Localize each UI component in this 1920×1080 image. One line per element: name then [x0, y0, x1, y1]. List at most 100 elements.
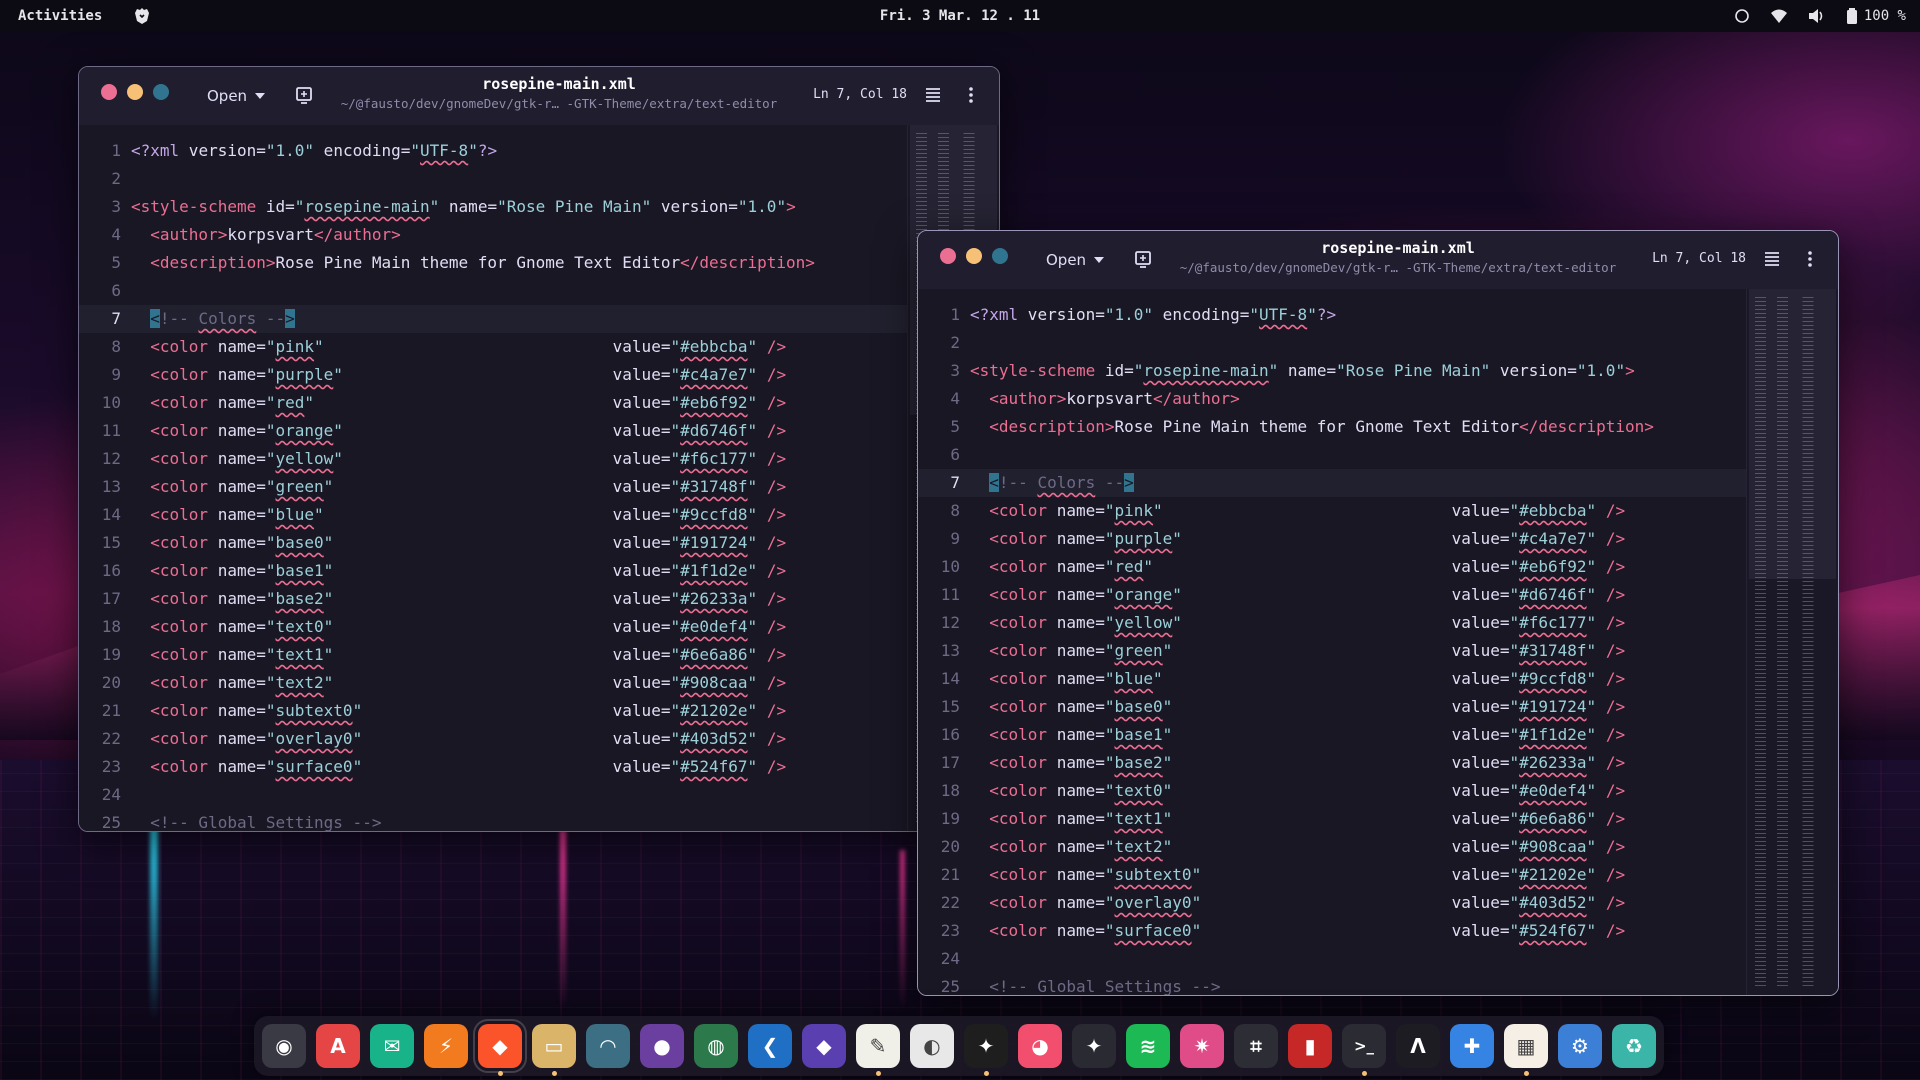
dock-files-icon[interactable]: ▭ — [532, 1024, 576, 1076]
kebab-menu-icon[interactable] — [961, 85, 981, 105]
code-view[interactable]: 1 <?xml version="1.0" encoding="UTF-8"?> 2… — [79, 137, 907, 831]
code-line[interactable]: 1 <?xml version="1.0" encoding="UTF-8"?> — [79, 137, 907, 165]
close-window-button[interactable] — [940, 248, 956, 264]
cursor-position-button[interactable]: Ln 7, Col 18 — [1652, 251, 1746, 266]
code-line[interactable]: 24 — [79, 781, 907, 809]
code-line[interactable]: 11 <color name="orange" value="#d6746f" … — [918, 581, 1746, 609]
code-line[interactable]: 23 <color name="surface0" value="#524f67… — [79, 753, 907, 781]
dock-extensions-icon[interactable]: ✚ — [1450, 1024, 1494, 1068]
text-editor-window-front[interactable]: Open rosepine-main.xml ~/@fausto/dev/gno… — [917, 230, 1839, 996]
text-editor-window-back[interactable]: Open rosepine-main.xml ~/@fausto/dev/gno… — [78, 66, 1000, 832]
dock-kaleidoscope-icon[interactable]: ✷ — [1180, 1024, 1224, 1068]
dock-github-desktop-icon[interactable]: ● — [640, 1024, 684, 1068]
code-line[interactable]: 5 <description>Rose Pine Main theme for … — [918, 413, 1746, 441]
close-window-button[interactable] — [101, 84, 117, 100]
dock-trash-icon[interactable]: ♻ — [1612, 1024, 1656, 1068]
code-line[interactable]: 25 <!-- Global Settings --> — [918, 973, 1746, 995]
dock-dconf-icon[interactable]: ▦ — [1504, 1024, 1548, 1076]
maximize-window-button[interactable] — [992, 248, 1008, 264]
dock-penguin-app-icon[interactable]: ◉ — [262, 1024, 306, 1068]
code-line[interactable]: 3 <style-scheme id="rosepine-main" name="… — [79, 193, 907, 221]
window-titlebar[interactable]: Open rosepine-main.xml ~/@fausto/dev/gno… — [918, 231, 1838, 289]
code-line[interactable]: 22 <color name="overlay0" value="#403d52… — [918, 889, 1746, 917]
dock-mail-icon[interactable]: ✉ — [370, 1024, 414, 1068]
dock-audio-visualizer-icon[interactable]: ▮ — [1288, 1024, 1332, 1068]
new-document-icon[interactable] — [1132, 249, 1154, 271]
cursor-position-button[interactable]: Ln 7, Col 18 — [813, 87, 907, 102]
code-line[interactable]: 20 <color name="text2" value="#908caa" /… — [79, 669, 907, 697]
dock-gnome-tweaks-icon[interactable]: ✦ — [1072, 1024, 1116, 1068]
code-line[interactable]: 11 <color name="orange" value="#d6746f" … — [79, 417, 907, 445]
system-tray[interactable]: 100 % — [1734, 8, 1906, 24]
dock-alacritty-icon[interactable]: Λ — [1396, 1024, 1440, 1068]
code-view[interactable]: 1 <?xml version="1.0" encoding="UTF-8"?> 2… — [918, 301, 1746, 995]
code-line[interactable]: 16 <color name="base1" value="#1f1d2e" /… — [79, 557, 907, 585]
code-line[interactable]: 6 — [79, 277, 907, 305]
code-editor[interactable]: 1 <?xml version="1.0" encoding="UTF-8"?> 2… — [918, 289, 1838, 995]
open-button[interactable]: Open — [1034, 245, 1116, 275]
dock-settings-icon[interactable]: ⚙ — [1558, 1024, 1602, 1068]
minimize-window-button[interactable] — [966, 248, 982, 264]
code-line[interactable]: 17 <color name="base2" value="#26233a" /… — [918, 749, 1746, 777]
minimap[interactable] — [1746, 289, 1838, 995]
code-line[interactable]: 19 <color name="text1" value="#6e6a86" /… — [79, 641, 907, 669]
code-line[interactable]: 7 <!-- Colors --> — [79, 305, 907, 333]
code-line[interactable]: 9 <color name="purple" value="#c4a7e7" /… — [79, 361, 907, 389]
status-circle-icon[interactable] — [1734, 8, 1750, 24]
wifi-icon[interactable] — [1770, 8, 1788, 24]
dock-vscode-icon[interactable]: ❮ — [748, 1024, 792, 1068]
new-document-icon[interactable] — [293, 85, 315, 107]
code-line[interactable]: 21 <color name="subtext0" value="#21202e… — [79, 697, 907, 725]
dock-flash-icon[interactable]: ⚡ — [424, 1024, 468, 1068]
dock-text-editor-icon[interactable]: ✎ — [856, 1024, 900, 1076]
code-line[interactable]: 4 <author>korpsvart</author> — [918, 385, 1746, 413]
dock-disk-manager-icon[interactable]: ◠ — [586, 1024, 630, 1068]
hamburger-menu-icon[interactable] — [1762, 249, 1782, 269]
battery-indicator[interactable]: 100 % — [1846, 8, 1906, 24]
code-line[interactable]: 4 <author>korpsvart</author> — [79, 221, 907, 249]
dock-figma-icon[interactable]: ✦ — [964, 1024, 1008, 1076]
code-line[interactable]: 8 <color name="pink" value="#ebbcba" /> — [79, 333, 907, 361]
code-line[interactable]: 21 <color name="subtext0" value="#21202e… — [918, 861, 1746, 889]
code-line[interactable]: 15 <color name="base0" value="#191724" /… — [918, 693, 1746, 721]
code-line[interactable]: 20 <color name="text2" value="#908caa" /… — [918, 833, 1746, 861]
dock-spotify-icon[interactable]: ≋ — [1126, 1024, 1170, 1068]
code-line[interactable]: 17 <color name="base2" value="#26233a" /… — [79, 585, 907, 613]
code-line[interactable]: 13 <color name="green" value="#31748f" /… — [918, 637, 1746, 665]
kebab-menu-icon[interactable] — [1800, 249, 1820, 269]
code-line[interactable]: 15 <color name="base0" value="#191724" /… — [79, 529, 907, 557]
code-line[interactable]: 18 <color name="text0" value="#e0def4" /… — [79, 613, 907, 641]
dock-brave-browser-icon[interactable]: ◆ — [473, 1019, 527, 1076]
hamburger-menu-icon[interactable] — [923, 85, 943, 105]
dock-obsidian-icon[interactable]: ◆ — [802, 1024, 846, 1068]
code-line[interactable]: 16 <color name="base1" value="#1f1d2e" /… — [918, 721, 1746, 749]
minimize-window-button[interactable] — [127, 84, 143, 100]
code-line[interactable]: 14 <color name="blue" value="#9ccfd8" /> — [918, 665, 1746, 693]
open-button[interactable]: Open — [195, 81, 277, 111]
code-editor[interactable]: 1 <?xml version="1.0" encoding="UTF-8"?> 2… — [79, 125, 999, 831]
dock-terminal-icon[interactable]: >_ — [1342, 1024, 1386, 1076]
code-line[interactable]: 18 <color name="text0" value="#e0def4" /… — [918, 777, 1746, 805]
maximize-window-button[interactable] — [153, 84, 169, 100]
code-line[interactable]: 1 <?xml version="1.0" encoding="UTF-8"?> — [918, 301, 1746, 329]
code-line[interactable]: 3 <style-scheme id="rosepine-main" name="… — [918, 357, 1746, 385]
dock-globe-app-icon[interactable]: ◍ — [694, 1024, 738, 1068]
dock-camera-app-icon[interactable]: ◕ — [1018, 1024, 1062, 1068]
code-line[interactable]: 2 — [918, 329, 1746, 357]
code-line[interactable]: 14 <color name="blue" value="#9ccfd8" /> — [79, 501, 907, 529]
code-line[interactable]: 22 <color name="overlay0" value="#403d52… — [79, 725, 907, 753]
code-line[interactable]: 9 <color name="purple" value="#c4a7e7" /… — [918, 525, 1746, 553]
window-titlebar[interactable]: Open rosepine-main.xml ~/@fausto/dev/gno… — [79, 67, 999, 125]
dock-color-picker-icon[interactable]: ◐ — [910, 1024, 954, 1068]
code-line[interactable]: 5 <description>Rose Pine Main theme for … — [79, 249, 907, 277]
code-line[interactable]: 10 <color name="red" value="#eb6f92" /> — [79, 389, 907, 417]
dock-screenshot-icon[interactable]: ⌗ — [1234, 1024, 1278, 1068]
volume-icon[interactable] — [1808, 8, 1826, 24]
code-line[interactable]: 12 <color name="yellow" value="#f6c177" … — [79, 445, 907, 473]
code-line[interactable]: 19 <color name="text1" value="#6e6a86" /… — [918, 805, 1746, 833]
code-line[interactable]: 13 <color name="green" value="#31748f" /… — [79, 473, 907, 501]
code-line[interactable]: 25 <!-- Global Settings --> — [79, 809, 907, 831]
code-line[interactable]: 7 <!-- Colors --> — [918, 469, 1746, 497]
dock-app-center-icon[interactable]: A — [316, 1024, 360, 1068]
code-line[interactable]: 2 — [79, 165, 907, 193]
